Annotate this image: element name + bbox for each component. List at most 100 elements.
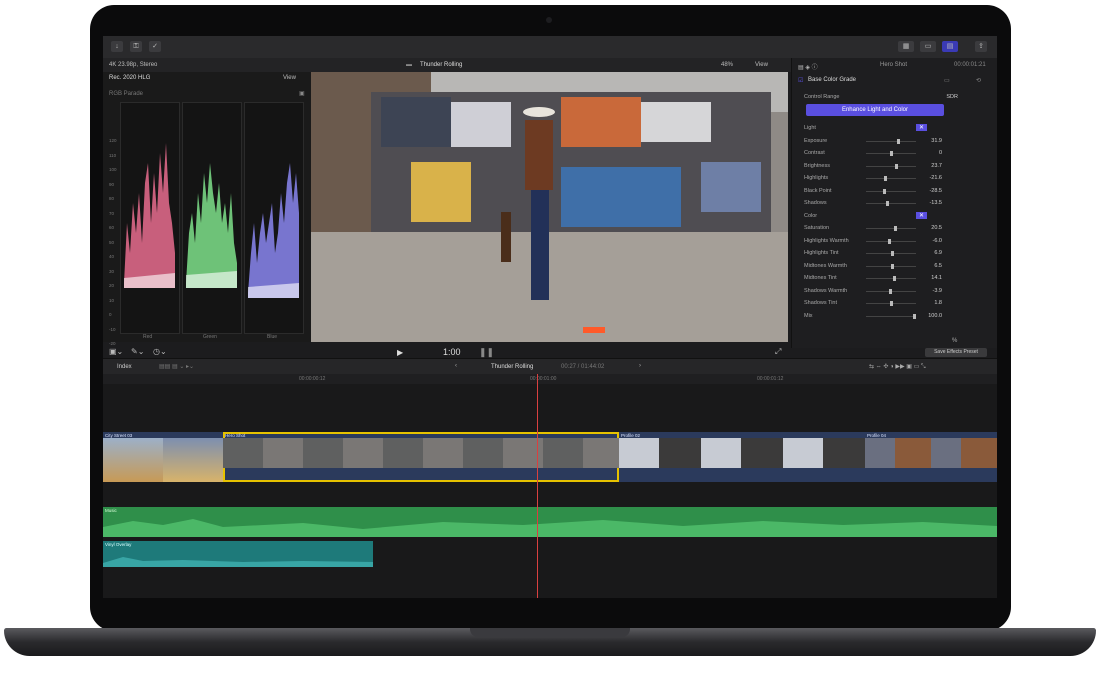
clip-profile-02[interactable]: Profile 02 <box>619 432 865 482</box>
param-slider[interactable] <box>866 301 916 306</box>
red-waveform <box>124 143 175 288</box>
viewer-timecode: 1:00 <box>443 347 461 357</box>
scope-green-channel <box>182 102 242 334</box>
history-back-icon[interactable]: ‹ <box>455 363 457 369</box>
param-label: Light <box>804 125 816 131</box>
param-value[interactable]: 100.0 <box>912 313 942 319</box>
param-value[interactable]: -6.0 <box>912 238 942 244</box>
param-slider[interactable] <box>866 263 916 269</box>
param-slider[interactable] <box>866 226 916 231</box>
param-slider[interactable] <box>866 238 916 244</box>
param-value[interactable]: -13.5 <box>912 200 942 206</box>
clip-profile-04[interactable]: Profile 04 <box>865 432 997 482</box>
param-value[interactable]: 31.9 <box>912 138 942 144</box>
clip-thumbnails <box>619 438 865 468</box>
slider-knob[interactable] <box>889 151 893 156</box>
timeline-project-name[interactable]: Thunder Rolling <box>491 364 533 370</box>
param-slider[interactable] <box>866 276 916 281</box>
camera-icon <box>546 17 552 23</box>
slider-knob[interactable] <box>896 138 900 144</box>
clip-hero-shot[interactable]: Hero Shot <box>223 432 619 482</box>
play-icon[interactable]: ▶ <box>397 348 403 357</box>
video-viewer[interactable] <box>311 72 788 342</box>
check-icon[interactable]: ✓ <box>149 41 161 52</box>
param-slider[interactable] <box>866 176 916 181</box>
slider-knob[interactable] <box>886 201 890 206</box>
clip-city-street[interactable]: City Street 03 <box>103 432 223 482</box>
scope-view-menu[interactable]: View <box>283 75 296 81</box>
enhance-light-color-button[interactable]: Enhance Light and Color <box>806 104 944 116</box>
param-slider[interactable] <box>866 138 916 144</box>
slider-knob[interactable] <box>889 301 893 306</box>
section-toggle-icon[interactable]: ✕ <box>916 124 928 131</box>
param-value[interactable]: -21.6 <box>912 175 942 181</box>
fullscreen-icon[interactable]: ⤢ <box>775 347 781 357</box>
param-value[interactable]: 6.9 <box>912 250 942 256</box>
param-slider[interactable] <box>866 163 916 169</box>
control-range-label: Control Range <box>804 94 840 100</box>
param-slider[interactable] <box>866 151 916 156</box>
param-value[interactable]: 14.1 <box>912 275 942 281</box>
history-forward-icon[interactable]: › <box>639 363 641 369</box>
laptop-notch <box>470 628 630 637</box>
index-button[interactable]: Index <box>117 364 132 370</box>
audio-vinyl-overlay[interactable]: Vinyl Overlay <box>103 541 373 567</box>
slider-knob[interactable] <box>884 176 888 181</box>
scope-scale-label: -10 <box>109 326 116 332</box>
param-value[interactable]: 6.5 <box>912 263 942 269</box>
speed-icon[interactable]: ◷⌄ <box>153 347 167 356</box>
slider-knob[interactable] <box>894 226 898 231</box>
param-slider[interactable] <box>866 251 916 256</box>
param-value[interactable]: 1.8 <box>912 300 942 306</box>
slider-knob[interactable] <box>888 238 892 244</box>
scope-scale-label: 10 <box>109 297 115 303</box>
param-slider[interactable] <box>866 288 916 294</box>
zoom-select[interactable]: 48% <box>721 62 733 68</box>
effect-reset-icon[interactable]: ⟲ <box>976 77 981 84</box>
timeline-tracks[interactable]: City Street 03 Hero Shot Profile 02 Prof… <box>103 384 997 598</box>
share-icon[interactable]: ⇪ <box>975 41 987 52</box>
slider-knob[interactable] <box>891 263 895 269</box>
scope-settings-icon[interactable]: ▣ <box>299 90 305 97</box>
enhance-wand-icon[interactable]: ✎⌄ <box>131 347 144 356</box>
inspector-video-icon[interactable]: ▤ ◈ ⓘ <box>798 62 818 71</box>
crop-icon[interactable]: ▣⌄ <box>109 347 123 356</box>
slider-knob[interactable] <box>892 276 896 281</box>
scope-scale-label: 60 <box>109 225 115 230</box>
mix-unit: % <box>952 338 958 344</box>
inspector-toggle-icon[interactable]: ▤ <box>942 41 958 52</box>
scope-scale-label: 30 <box>109 268 115 274</box>
effect-name[interactable]: Base Color Grade <box>808 77 856 83</box>
scope-scale-label: 100 <box>109 167 117 172</box>
app-window: ↓ ⚿ ✓ ▦ ▭ ▤ ⇪ 4K 23.98p, Stereo ▬ Thunde… <box>103 36 997 598</box>
section-toggle-icon[interactable]: ✕ <box>916 211 928 219</box>
slider-knob[interactable] <box>888 288 892 294</box>
timeline-position: 00:27 / 01:44:02 <box>561 364 605 370</box>
viewer-view-menu[interactable]: View <box>755 62 768 68</box>
slider-knob[interactable] <box>891 251 895 256</box>
playhead[interactable] <box>537 374 538 598</box>
param-slider[interactable] <box>866 313 916 319</box>
layout-grid-icon[interactable]: ▦ <box>898 41 914 52</box>
tool-icons[interactable]: ▤▤ ▤ ⌄ ▸⌄ <box>159 363 194 370</box>
effect-mask-icon[interactable]: ▭ <box>944 77 950 84</box>
import-icon[interactable]: ↓ <box>111 41 123 52</box>
audio-music[interactable]: Music <box>103 507 997 537</box>
slider-knob[interactable] <box>895 163 899 169</box>
param-value[interactable]: 20.5 <box>912 225 942 231</box>
control-range-value[interactable]: SDR <box>928 94 958 100</box>
param-value[interactable]: -28.5 <box>912 188 942 194</box>
key-icon[interactable]: ⚿ <box>130 41 142 52</box>
save-effects-preset-button[interactable]: Save Effects Preset <box>925 348 987 357</box>
param-value[interactable]: -3.9 <box>912 288 942 294</box>
slider-knob[interactable] <box>882 188 886 194</box>
inspector-clip-name: Hero Shot <box>880 62 908 68</box>
layout-timeline-icon[interactable]: ▭ <box>920 41 936 52</box>
param-slider[interactable] <box>866 188 916 194</box>
timeline-tools-icons[interactable]: ⇆ ⇔ ✣ ◑ ▶▶ ▣ ▭ ⤡ <box>869 363 926 371</box>
param-value[interactable]: 23.7 <box>912 163 942 169</box>
param-value[interactable]: 0 <box>912 150 942 156</box>
effect-checkbox-icon[interactable]: ☑ <box>798 77 803 84</box>
param-label: Contrast <box>804 150 825 156</box>
param-slider[interactable] <box>866 201 916 206</box>
